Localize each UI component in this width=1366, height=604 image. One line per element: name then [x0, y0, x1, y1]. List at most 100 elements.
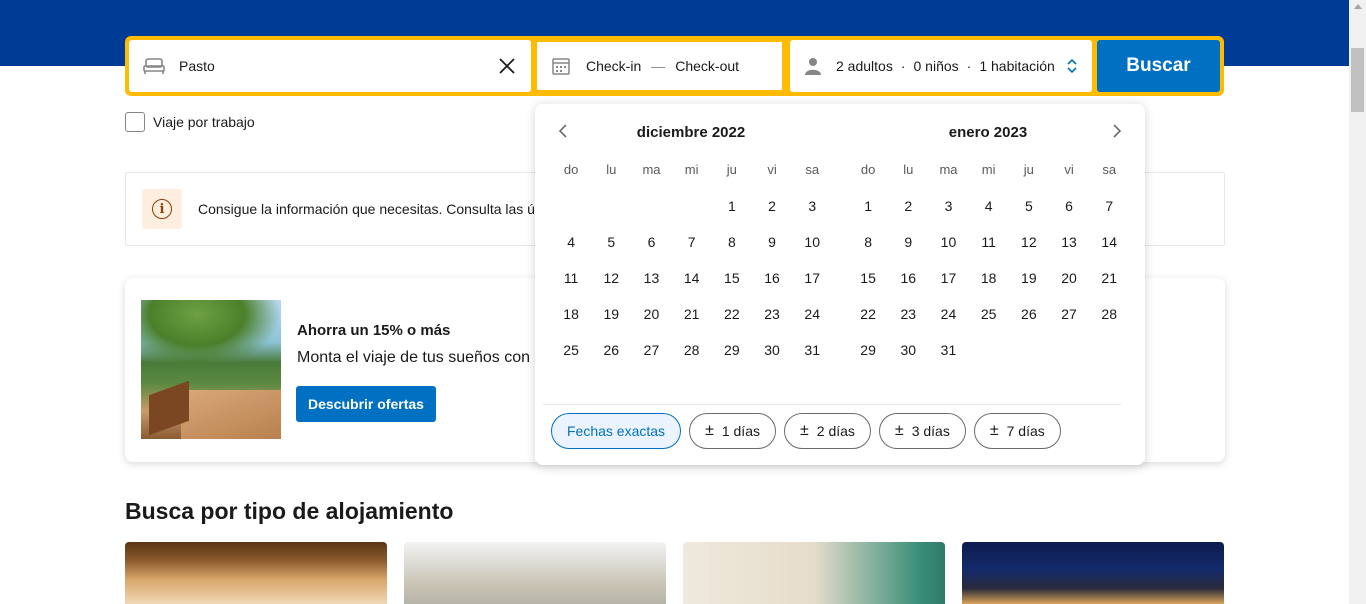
calendar-day[interactable]: 14: [1089, 232, 1129, 268]
chip-2-days[interactable]: ±2 días: [783, 413, 871, 449]
calendar-day[interactable]: 13: [1049, 232, 1089, 268]
property-type-card-4[interactable]: [962, 542, 1224, 604]
calendar-day[interactable]: 3: [792, 196, 832, 232]
calendar-day[interactable]: 28: [1089, 304, 1129, 340]
chip-exact-dates[interactable]: Fechas exactas: [551, 413, 682, 449]
calendar-day[interactable]: 5: [1009, 196, 1049, 232]
property-type-card-3[interactable]: [683, 542, 945, 604]
checkout-label[interactable]: Check-out: [675, 58, 739, 74]
calendar-empty-cell: [969, 340, 1009, 376]
calendar-day[interactable]: 4: [551, 232, 591, 268]
calendar-day[interactable]: 30: [888, 340, 928, 376]
search-button[interactable]: Buscar: [1097, 40, 1220, 92]
scroll-thumb[interactable]: [1351, 48, 1364, 112]
calendar-day[interactable]: 15: [848, 268, 888, 304]
calendar-empty-cell: [672, 196, 712, 232]
discover-offers-button[interactable]: Descubrir ofertas: [296, 386, 436, 422]
destination-input[interactable]: Pasto: [179, 58, 215, 74]
calendar-day[interactable]: 19: [591, 304, 631, 340]
calendar-day[interactable]: 4: [969, 196, 1009, 232]
date-separator: —: [651, 58, 666, 74]
info-banner-text: Consigue la información que necesitas. C…: [198, 201, 542, 217]
calendar-week-row: 25 26 27 28 29 30 31: [551, 340, 833, 376]
date-range-field[interactable]: Check-in — Check-out: [535, 40, 784, 92]
chip-label: Fechas exactas: [567, 423, 666, 439]
calendar-day[interactable]: 13: [631, 268, 671, 304]
calendar-day[interactable]: 3: [928, 196, 968, 232]
calendar-day[interactable]: 12: [1009, 232, 1049, 268]
calendar-day[interactable]: 9: [888, 232, 928, 268]
calendar-day[interactable]: 12: [591, 268, 631, 304]
calendar-day[interactable]: 2: [888, 196, 928, 232]
checkin-label[interactable]: Check-in: [586, 58, 641, 74]
calendar-day[interactable]: 29: [848, 340, 888, 376]
calendar-day[interactable]: 6: [1049, 196, 1089, 232]
calendar-day[interactable]: 27: [1049, 304, 1089, 340]
calendar-day[interactable]: 21: [1089, 268, 1129, 304]
calendar-day[interactable]: 8: [712, 232, 752, 268]
promo-image: [141, 300, 281, 439]
calendar-day[interactable]: 20: [1049, 268, 1089, 304]
weekday-label: mi: [981, 162, 996, 177]
calendar-day[interactable]: 11: [551, 268, 591, 304]
business-trip-row[interactable]: Viaje por trabajo: [125, 112, 255, 132]
property-type-card-2[interactable]: [404, 542, 666, 604]
calendar-day[interactable]: 17: [792, 268, 832, 304]
calendar-day[interactable]: 25: [969, 304, 1009, 340]
calendar-day[interactable]: 29: [712, 340, 752, 376]
calendar-day[interactable]: 1: [712, 196, 752, 232]
calendar-day[interactable]: 7: [672, 232, 712, 268]
calendar-day[interactable]: 2: [752, 196, 792, 232]
calendar-day[interactable]: 11: [969, 232, 1009, 268]
calendar-day[interactable]: 31: [792, 340, 832, 376]
chip-7-days[interactable]: ±7 días: [973, 413, 1061, 449]
calendar-day[interactable]: 20: [631, 304, 671, 340]
calendar-day[interactable]: 16: [888, 268, 928, 304]
destination-field[interactable]: Pasto: [129, 40, 531, 92]
calendar-week-row: 1234567: [848, 196, 1130, 232]
calendar-day[interactable]: 26: [1009, 304, 1049, 340]
calendar-day[interactable]: 23: [888, 304, 928, 340]
occupancy-field[interactable]: 2 adultos · 0 niños · 1 habitación: [790, 40, 1092, 92]
clear-destination-icon[interactable]: [497, 56, 517, 76]
calendar-day[interactable]: 5: [591, 232, 631, 268]
chip-label: 1 días: [721, 423, 760, 439]
calendar-day[interactable]: 16: [752, 268, 792, 304]
calendar-day[interactable]: 21: [672, 304, 712, 340]
calendar-day[interactable]: 28: [672, 340, 712, 376]
calendar-day[interactable]: 19: [1009, 268, 1049, 304]
calendar-day[interactable]: 1: [848, 196, 888, 232]
calendar-day[interactable]: 14: [672, 268, 712, 304]
scroll-up-arrow-icon[interactable]: [1354, 4, 1362, 9]
calendar-day[interactable]: 24: [928, 304, 968, 340]
calendar-day[interactable]: 25: [551, 340, 591, 376]
calendar-day[interactable]: 18: [969, 268, 1009, 304]
calendar-day[interactable]: 27: [631, 340, 671, 376]
calendar-day[interactable]: 22: [848, 304, 888, 340]
calendar-day[interactable]: 7: [1089, 196, 1129, 232]
calendar-day[interactable]: 10: [792, 232, 832, 268]
business-trip-label[interactable]: Viaje por trabajo: [153, 114, 255, 130]
calendar-day[interactable]: 8: [848, 232, 888, 268]
calendar-day[interactable]: 6: [631, 232, 671, 268]
chip-3-days[interactable]: ±3 días: [878, 413, 966, 449]
calendar-day[interactable]: 23: [752, 304, 792, 340]
calendar-day[interactable]: 30: [752, 340, 792, 376]
chevron-up-down-icon[interactable]: [1066, 58, 1078, 74]
calendar-day[interactable]: 22: [712, 304, 752, 340]
chip-1-day[interactable]: ±1 días: [689, 413, 776, 449]
calendar-day[interactable]: 18: [551, 304, 591, 340]
business-trip-checkbox[interactable]: [125, 112, 145, 132]
info-icon: i: [152, 199, 172, 219]
page-scrollbar[interactable]: [1349, 0, 1366, 604]
calendar-week-row: 123: [551, 196, 833, 232]
calendar-day[interactable]: 15: [712, 268, 752, 304]
calendar-day[interactable]: 9: [752, 232, 792, 268]
calendar-day[interactable]: 26: [591, 340, 631, 376]
calendar-day[interactable]: 17: [928, 268, 968, 304]
calendar-day[interactable]: 24: [792, 304, 832, 340]
calendar-empty-cell: [551, 196, 591, 232]
property-type-card-1[interactable]: [125, 542, 387, 604]
calendar-day[interactable]: 10: [928, 232, 968, 268]
calendar-day[interactable]: 31: [928, 340, 968, 376]
